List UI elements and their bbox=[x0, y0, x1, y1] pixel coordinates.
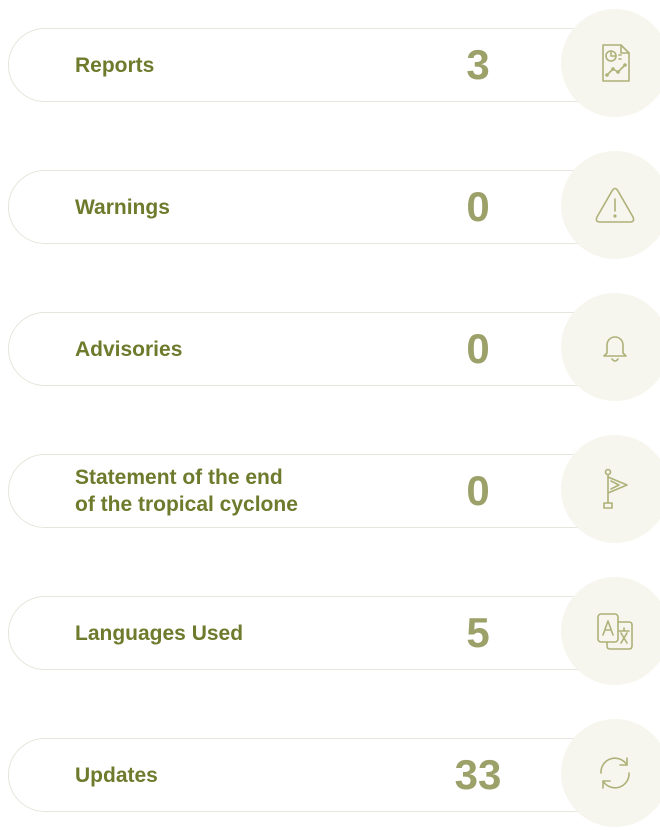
stat-value: 5 bbox=[466, 609, 490, 656]
refresh-icon bbox=[600, 757, 630, 789]
translate-icon bbox=[597, 613, 633, 650]
stat-label: Languages Used bbox=[75, 621, 244, 645]
stat-label: Statement of the end of the tropical cyc… bbox=[75, 466, 298, 516]
stat-icon-badge bbox=[561, 9, 660, 117]
stat-card-languages: Languages Used 5 bbox=[8, 577, 660, 685]
stat-label: Warnings bbox=[75, 195, 170, 219]
stat-icon-badge bbox=[561, 577, 660, 685]
stat-icon-badge bbox=[561, 293, 660, 401]
stat-value: 0 bbox=[466, 325, 490, 372]
stat-card-updates: Updates 33 bbox=[8, 719, 660, 827]
bell-icon bbox=[603, 336, 627, 362]
stat-label: Updates bbox=[75, 763, 158, 787]
stat-value: 0 bbox=[466, 467, 490, 514]
stat-icon-badge bbox=[561, 151, 660, 259]
flag-icon bbox=[603, 468, 628, 509]
stat-icon-badge bbox=[561, 719, 660, 827]
stat-value: 0 bbox=[466, 183, 490, 230]
stat-card-warnings: Warnings 0 bbox=[8, 151, 660, 259]
stat-value: 3 bbox=[466, 41, 490, 88]
report-chart-icon bbox=[602, 44, 630, 82]
stat-label: Advisories bbox=[75, 337, 183, 361]
stat-icon-badge bbox=[561, 435, 660, 543]
stat-value: 33 bbox=[454, 751, 502, 798]
stat-card-reports: Reports 3 bbox=[8, 9, 660, 117]
stat-card-end-statement: Statement of the end of the tropical cyc… bbox=[8, 435, 660, 543]
stat-card-advisories: Advisories 0 bbox=[8, 293, 660, 401]
warning-icon bbox=[595, 187, 635, 223]
stat-label: Reports bbox=[75, 53, 155, 77]
